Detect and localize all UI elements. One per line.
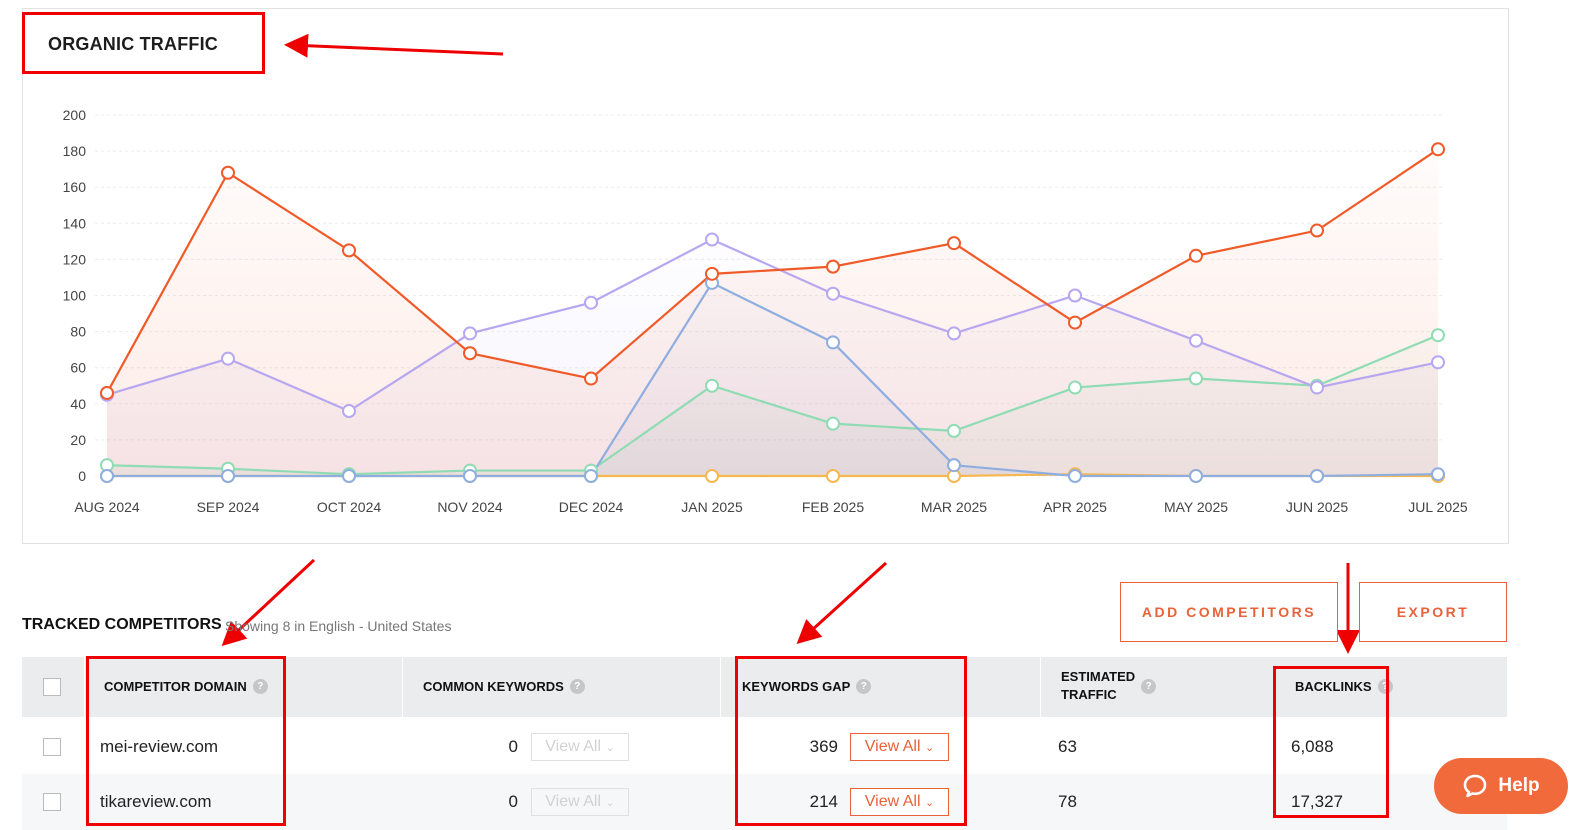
data-point[interactable]	[1189, 371, 1203, 386]
x-tick-label: OCT 2024	[317, 499, 382, 515]
select-all-checkbox[interactable]	[43, 678, 61, 696]
data-point[interactable]	[1310, 469, 1324, 483]
x-tick-label: JAN 2025	[681, 499, 743, 515]
data-point[interactable]	[705, 232, 719, 247]
column-divider	[1040, 657, 1041, 717]
data-point[interactable]	[947, 326, 961, 341]
header-common-keywords[interactable]: COMMON KEYWORDS?	[423, 679, 585, 694]
x-tick-label: MAY 2025	[1164, 499, 1228, 515]
x-tick-label: APR 2025	[1043, 499, 1107, 515]
data-point[interactable]	[584, 371, 598, 386]
data-point[interactable]	[705, 266, 719, 281]
data-point[interactable]	[1189, 248, 1203, 263]
data-point[interactable]	[221, 165, 235, 180]
data-point[interactable]	[584, 295, 598, 310]
y-tick-label: 100	[63, 288, 87, 304]
data-point[interactable]	[705, 378, 719, 393]
common-keywords-view-all: View All ⌄	[531, 788, 629, 816]
x-tick-label: MAR 2025	[921, 499, 987, 515]
column-divider	[720, 657, 721, 717]
data-point[interactable]	[705, 469, 719, 483]
common-keywords-value: 0	[508, 792, 518, 811]
chevron-down-icon: ⌄	[605, 741, 615, 754]
data-point[interactable]	[1068, 288, 1082, 303]
y-tick-label: 200	[63, 107, 87, 123]
data-point[interactable]	[1068, 380, 1082, 395]
x-tick-label: AUG 2024	[74, 499, 140, 515]
data-point[interactable]	[947, 423, 961, 438]
y-tick-label: 20	[70, 432, 86, 448]
data-point[interactable]	[1068, 469, 1082, 483]
y-tick-label: 120	[63, 251, 87, 267]
data-point[interactable]	[1431, 355, 1445, 370]
common-keywords-view-all: View All ⌄	[531, 733, 629, 761]
chevron-down-icon: ⌄	[605, 796, 615, 809]
help-button[interactable]: Help	[1434, 758, 1568, 814]
data-point[interactable]	[1310, 223, 1324, 238]
data-point[interactable]	[826, 286, 840, 301]
data-point[interactable]	[947, 236, 961, 251]
data-point[interactable]	[342, 469, 356, 483]
data-point[interactable]	[221, 351, 235, 366]
x-tick-label: FEB 2025	[802, 499, 864, 515]
annotation-box-title	[22, 12, 265, 74]
annotation-box-domain	[86, 656, 286, 826]
x-tick-label: JUL 2025	[1408, 499, 1468, 515]
data-point[interactable]	[463, 346, 477, 361]
data-point[interactable]	[100, 385, 114, 400]
data-point[interactable]	[826, 335, 840, 350]
estimated-traffic-value: 63	[1058, 737, 1077, 756]
data-point[interactable]	[584, 469, 598, 483]
data-point[interactable]	[463, 326, 477, 341]
tracked-competitors-title: TRACKED COMPETITORS	[22, 616, 222, 633]
x-tick-label: DEC 2024	[559, 499, 624, 515]
common-keywords-value: 0	[508, 737, 518, 756]
export-button[interactable]: EXPORT	[1359, 582, 1507, 642]
row-checkbox[interactable]	[43, 738, 61, 756]
chat-bubble-icon	[1464, 774, 1487, 798]
y-tick-label: 140	[63, 215, 87, 231]
data-point[interactable]	[947, 458, 961, 473]
data-point[interactable]	[221, 469, 235, 483]
x-tick-label: NOV 2024	[437, 499, 503, 515]
data-point[interactable]	[1189, 333, 1203, 348]
data-point[interactable]	[1431, 142, 1445, 157]
header-estimated-traffic[interactable]: ESTIMATED TRAFFIC?	[1061, 668, 1157, 704]
y-tick-label: 180	[63, 143, 87, 159]
data-point[interactable]	[826, 259, 840, 274]
data-point[interactable]	[826, 469, 840, 483]
add-competitors-button[interactable]: ADD COMPETITORS	[1120, 582, 1338, 642]
help-icon[interactable]: ?	[569, 679, 585, 694]
data-point[interactable]	[342, 404, 356, 419]
y-tick-label: 0	[78, 468, 86, 484]
y-tick-label: 60	[70, 360, 86, 376]
organic-traffic-chart: 0 20 40 60 80 100 120 140 160 180 200 AUG 2024 SEP …	[63, 107, 1468, 515]
annotation-box-backlinks	[1273, 666, 1389, 818]
column-divider	[402, 657, 403, 717]
y-tick-label: 80	[70, 324, 86, 340]
help-icon[interactable]: ?	[1141, 678, 1157, 694]
data-point[interactable]	[1431, 328, 1445, 343]
data-point[interactable]	[1310, 380, 1324, 395]
y-tick-label: 160	[63, 179, 87, 195]
data-point[interactable]	[342, 243, 356, 258]
data-point[interactable]	[1189, 469, 1203, 483]
annotation-arrow	[796, 561, 888, 645]
row-checkbox[interactable]	[43, 793, 61, 811]
tracked-competitors-subtitle: Showing 8 in English - United States	[225, 618, 452, 634]
data-point[interactable]	[1068, 315, 1082, 330]
annotation-box-keywords-gap	[735, 656, 967, 826]
x-tick-label: SEP 2024	[197, 499, 260, 515]
data-point[interactable]	[100, 469, 114, 483]
x-tick-label: JUN 2025	[1286, 499, 1348, 515]
data-point[interactable]	[826, 416, 840, 431]
data-point[interactable]	[1431, 467, 1445, 482]
data-point[interactable]	[463, 469, 477, 483]
column-divider	[84, 657, 85, 717]
y-tick-label: 40	[70, 396, 86, 412]
estimated-traffic-value: 78	[1058, 792, 1077, 811]
